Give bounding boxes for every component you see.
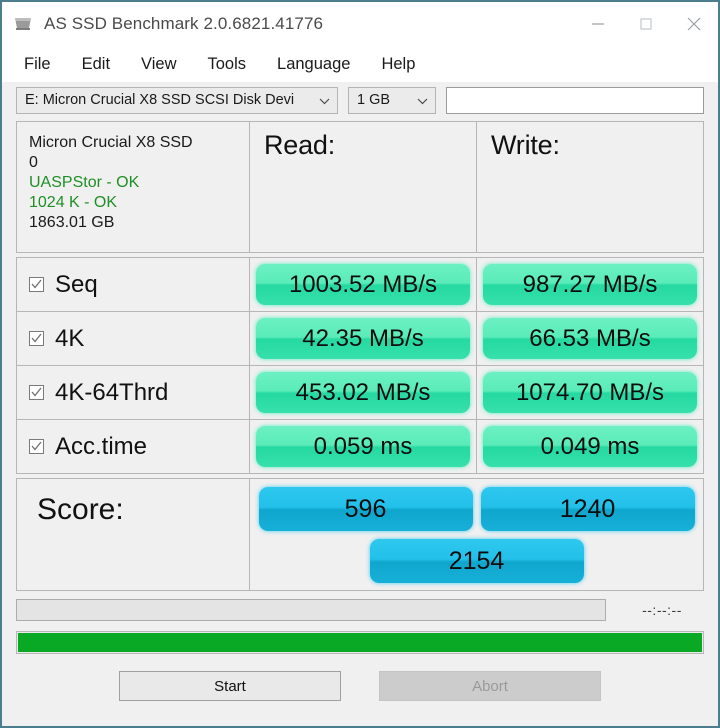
acc-time-write-cell: 0.049 ms — [476, 420, 703, 473]
checkbox-4k[interactable] — [29, 331, 44, 346]
as-ssd-benchmark-window: AS SSD Benchmark 2.0.6821.41776 File Edi… — [0, 0, 720, 728]
progress-bar — [16, 631, 704, 654]
drive-model: Micron Crucial X8 SSD — [29, 134, 193, 151]
progress-bar-fill — [18, 633, 702, 652]
status-message — [16, 599, 606, 621]
4k-64thrd-write-value: 1074.70 MB/s — [483, 372, 697, 413]
acc-time-read-cell: 0.059 ms — [249, 420, 476, 473]
4k-write-value: 66.53 MB/s — [483, 318, 697, 359]
score-read-value: 596 — [258, 487, 473, 531]
checkbox-acc-time[interactable] — [29, 439, 44, 454]
write-column-header: Write: — [476, 122, 703, 252]
ssd-drive-icon — [12, 14, 34, 34]
row-label-acc-time: Acc.time — [17, 420, 249, 473]
menu-item-file[interactable]: File — [24, 55, 51, 74]
header-panel: Micron Crucial X8 SSD 0 UASPStor - OK 10… — [16, 121, 704, 253]
menu-item-edit[interactable]: Edit — [82, 55, 110, 74]
4k-read-value: 42.35 MB/s — [256, 318, 470, 359]
comment-input[interactable] — [446, 86, 704, 114]
abort-button: Abort — [379, 671, 601, 701]
row-name: 4K-64Thrd — [55, 378, 169, 406]
menu-item-language[interactable]: Language — [277, 55, 350, 74]
size-select[interactable]: 1 GB — [348, 86, 436, 114]
seq-read-value: 1003.52 MB/s — [256, 264, 470, 305]
chevron-down-icon — [318, 94, 331, 107]
drive-firmware: 0 — [29, 154, 38, 171]
drive-capacity: 1863.01 GB — [29, 214, 115, 231]
checkbox-4k-64thrd[interactable] — [29, 385, 44, 400]
window-controls — [574, 2, 718, 46]
4k-64thrd-read-value: 453.02 MB/s — [256, 372, 470, 413]
read-column-header: Read: — [249, 122, 476, 252]
drive-alignment-status: 1024 K - OK — [29, 194, 118, 211]
seq-write-value: 987.27 MB/s — [483, 264, 697, 305]
menu-item-tools[interactable]: Tools — [208, 55, 247, 74]
menu-item-help[interactable]: Help — [381, 55, 415, 74]
4k-write-cell: 66.53 MB/s — [476, 312, 703, 365]
main-content: Micron Crucial X8 SSD 0 UASPStor - OK 10… — [2, 118, 718, 591]
window-title: AS SSD Benchmark 2.0.6821.41776 — [44, 14, 324, 33]
acc-time-write-value: 0.049 ms — [483, 426, 697, 467]
close-button[interactable] — [670, 2, 718, 46]
row-name: Seq — [55, 270, 98, 298]
row-name: Acc.time — [55, 432, 148, 460]
elapsed-timer: --:--:-- — [642, 602, 682, 618]
status-row: --:--:-- — [2, 591, 718, 621]
row-label-seq: Seq — [17, 258, 249, 311]
start-button[interactable]: Start — [119, 671, 341, 701]
title-bar: AS SSD Benchmark 2.0.6821.41776 — [2, 2, 718, 46]
row-label-4k-64thrd: 4K-64Thrd — [17, 366, 249, 419]
device-select-value: E: Micron Crucial X8 SSD SCSI Disk Devi — [25, 92, 295, 108]
4k-64thrd-write-cell: 1074.70 MB/s — [476, 366, 703, 419]
seq-write-cell: 987.27 MB/s — [476, 258, 703, 311]
size-select-value: 1 GB — [357, 92, 391, 108]
table-row: 4K-64Thrd 453.02 MB/s 1074.70 MB/s — [17, 365, 703, 419]
score-total-value: 2154 — [369, 539, 584, 583]
drive-driver-status: UASPStor - OK — [29, 174, 140, 191]
toolbar: E: Micron Crucial X8 SSD SCSI Disk Devi … — [2, 82, 718, 118]
score-label: Score: — [37, 493, 124, 526]
4k-64thrd-read-cell: 453.02 MB/s — [249, 366, 476, 419]
device-select[interactable]: E: Micron Crucial X8 SSD SCSI Disk Devi — [16, 86, 338, 114]
table-row: Seq 1003.52 MB/s 987.27 MB/s — [17, 258, 703, 311]
chevron-down-icon — [416, 94, 429, 107]
results-panel: Seq 1003.52 MB/s 987.27 MB/s 4K 42.35 MB… — [16, 257, 704, 474]
score-panel: Score: 596 1240 2154 — [16, 478, 704, 591]
maximize-button[interactable] — [622, 2, 670, 46]
action-buttons: Start Abort — [2, 654, 718, 701]
table-row: Acc.time 0.059 ms 0.049 ms — [17, 419, 703, 473]
score-write-value: 1240 — [480, 487, 695, 531]
seq-read-cell: 1003.52 MB/s — [249, 258, 476, 311]
minimize-button[interactable] — [574, 2, 622, 46]
menu-item-view[interactable]: View — [141, 55, 176, 74]
drive-info-panel: Micron Crucial X8 SSD 0 UASPStor - OK 10… — [17, 122, 249, 252]
table-row: 4K 42.35 MB/s 66.53 MB/s — [17, 311, 703, 365]
menu-bar: File Edit View Tools Language Help — [2, 46, 718, 82]
checkbox-seq[interactable] — [29, 277, 44, 292]
score-values: 596 1240 2154 — [249, 479, 703, 590]
acc-time-read-value: 0.059 ms — [256, 426, 470, 467]
row-label-4k: 4K — [17, 312, 249, 365]
4k-read-cell: 42.35 MB/s — [249, 312, 476, 365]
row-name: 4K — [55, 324, 85, 352]
